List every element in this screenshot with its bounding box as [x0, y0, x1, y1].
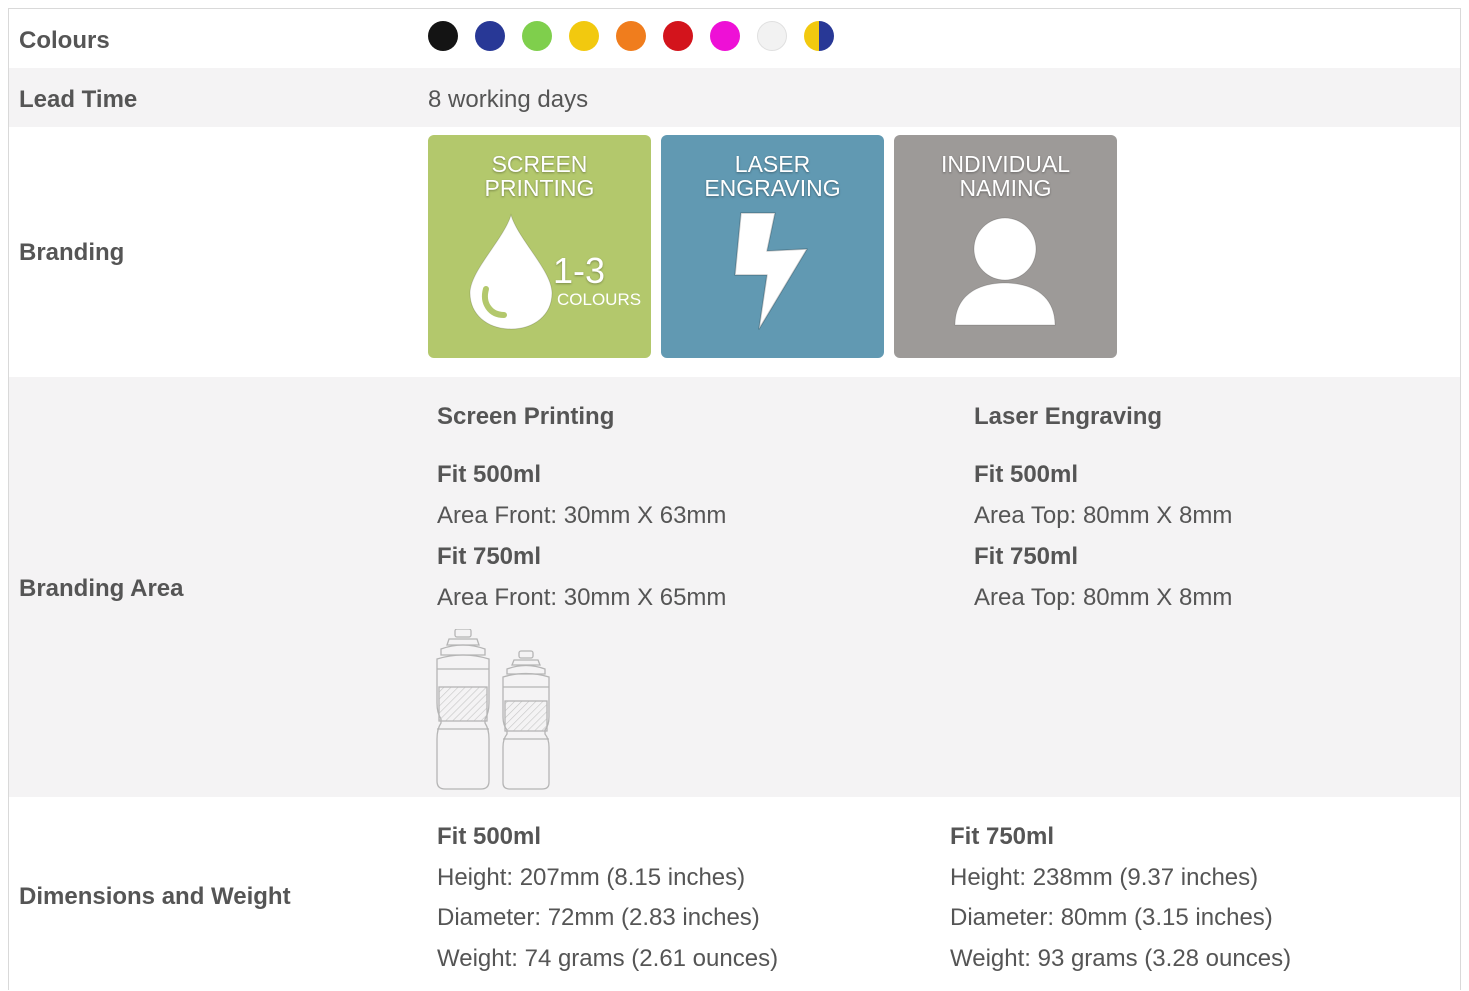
fit-750-height: Height: 238mm (9.37 inches) [950, 864, 1259, 891]
colours-label: Colours [19, 27, 110, 54]
fit-500-diameter: Diameter: 72mm (2.83 inches) [437, 904, 760, 931]
swatch-orange[interactable] [616, 21, 646, 51]
fit-500-weight: Weight: 74 grams (2.61 ounces) [437, 945, 779, 972]
swatch-navy[interactable] [475, 21, 505, 51]
swatch-red[interactable] [663, 21, 693, 51]
branding-area-row: Branding Area Screen Printing Fit 500ml … [9, 377, 1460, 797]
dimensions-row: Dimensions and Weight Fit 500ml Height: … [9, 797, 1460, 991]
individual-naming-tile[interactable]: INDIVIDUAL NAMING [894, 135, 1117, 358]
tile-title-line1: INDIVIDUAL [940, 151, 1071, 177]
lead-time-row: Lead Time 8 working days [9, 68, 1460, 127]
branding-row: Branding SCREEN PRINTING 1-3 COLOURS LAS… [9, 127, 1460, 377]
tile-title-line1: SCREEN [491, 151, 588, 177]
swatch-yellow[interactable] [569, 21, 599, 51]
laser-fit-750-heading: Fit 750ml [974, 543, 1079, 570]
lead-time-label: Lead Time [19, 86, 138, 113]
tile-title-line2: ENGRAVING [704, 175, 841, 201]
product-spec-table: Colours Lead Time 8 working days Brandin… [8, 8, 1461, 990]
lightning-bolt-icon [734, 212, 808, 330]
screen-fit-500-heading: Fit 500ml [437, 461, 542, 488]
tile-title-line1: LASER [734, 151, 811, 177]
swatch-yellow-navy[interactable] [804, 21, 834, 51]
laser-fit-500-area: Area Top: 80mm X 8mm [974, 502, 1233, 529]
screen-fit-500-area: Area Front: 30mm X 63mm [437, 502, 727, 529]
bottle-outline-illustration [436, 629, 550, 790]
fit-750-heading: Fit 750ml [950, 823, 1055, 850]
fit-750-diameter: Diameter: 80mm (3.15 inches) [950, 904, 1273, 931]
swatch-black[interactable] [428, 21, 458, 51]
laser-engraving-heading: Laser Engraving [974, 403, 1163, 430]
fit-500-heading: Fit 500ml [437, 823, 542, 850]
fit-750-weight: Weight: 93 grams (3.28 ounces) [950, 945, 1292, 972]
screen-fit-750-heading: Fit 750ml [437, 543, 542, 570]
laser-fit-750-area: Area Top: 80mm X 8mm [974, 584, 1233, 611]
dimensions-label: Dimensions and Weight [19, 883, 291, 910]
screen-printing-tile[interactable]: SCREEN PRINTING 1-3 COLOURS [428, 135, 651, 358]
colour-swatches [428, 21, 834, 51]
swatch-green[interactable] [522, 21, 552, 51]
swatch-magenta[interactable] [710, 21, 740, 51]
lead-time-value: 8 working days [428, 86, 589, 113]
tile-title-line2: NAMING [959, 175, 1052, 201]
colours-row: Colours [9, 9, 1460, 68]
person-icon [954, 217, 1056, 326]
colour-range: 1-3 [553, 250, 606, 291]
drop-icon [469, 213, 553, 330]
colour-range-unit: COLOURS [557, 290, 642, 309]
screen-printing-heading: Screen Printing [437, 403, 615, 430]
branding-area-label: Branding Area [19, 575, 184, 602]
laser-fit-500-heading: Fit 500ml [974, 461, 1079, 488]
tile-title-line2: PRINTING [484, 175, 595, 201]
fit-500-height: Height: 207mm (8.15 inches) [437, 864, 746, 891]
screen-fit-750-area: Area Front: 30mm X 65mm [437, 584, 727, 611]
laser-engraving-tile[interactable]: LASER ENGRAVING [661, 135, 884, 358]
swatch-white[interactable] [757, 21, 787, 51]
branding-label: Branding [19, 239, 125, 266]
